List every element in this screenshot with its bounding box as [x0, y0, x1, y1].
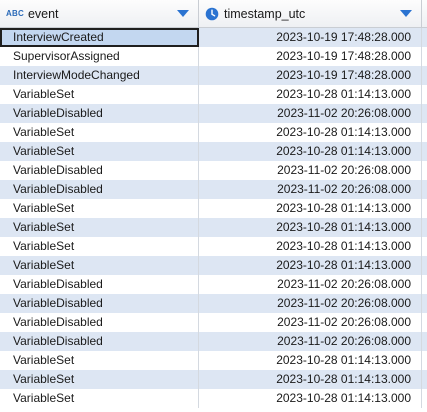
table-row[interactable]: VariableSet 2023-10-28 01:14:13.000	[0, 256, 427, 275]
cell-event[interactable]: VariableSet	[0, 85, 199, 104]
cell-timestamp-utc[interactable]: 2023-10-19 17:48:28.000	[199, 66, 422, 85]
table-row[interactable]: InterviewModeChanged 2023-10-19 17:48:28.…	[0, 66, 427, 85]
cell-event[interactable]: VariableSet	[0, 199, 199, 218]
column-header-label: event	[27, 6, 59, 21]
cell-timestamp-utc[interactable]: 2023-10-28 01:14:13.000	[199, 85, 422, 104]
cell-event[interactable]: VariableSet	[0, 218, 199, 237]
cell-timestamp-utc[interactable]: 2023-10-28 01:14:13.000	[199, 237, 422, 256]
table-row[interactable]: VariableSet 2023-10-28 01:14:13.000	[0, 199, 427, 218]
column-header-event[interactable]: ABC event	[0, 0, 199, 27]
cell-timestamp-utc[interactable]: 2023-11-02 20:26:08.000	[199, 180, 422, 199]
cell-event[interactable]: VariableDisabled	[0, 294, 199, 313]
cell-event[interactable]: VariableSet	[0, 370, 199, 389]
table-row[interactable]: VariableSet 2023-10-28 01:14:13.000	[0, 142, 427, 161]
cell-event[interactable]: VariableSet	[0, 142, 199, 161]
cell-event[interactable]: VariableDisabled	[0, 313, 199, 332]
cell-event[interactable]: VariableSet	[0, 123, 199, 142]
table-row[interactable]: VariableSet 2023-10-28 01:14:13.000	[0, 237, 427, 256]
cell-event[interactable]: VariableSet	[0, 389, 199, 408]
table-row[interactable]: VariableDisabled 2023-11-02 20:26:08.000	[0, 313, 427, 332]
cell-event[interactable]: SupervisorAssigned	[0, 47, 199, 66]
table-row[interactable]: VariableDisabled 2023-11-02 20:26:08.000	[0, 104, 427, 123]
cell-event[interactable]: InterviewCreated	[0, 28, 199, 47]
grid-body: InterviewCreated 2023-10-19 17:48:28.000 S…	[0, 28, 427, 408]
table-row[interactable]: VariableDisabled 2023-11-02 20:26:08.000	[0, 332, 427, 351]
cell-timestamp-utc[interactable]: 2023-11-02 20:26:08.000	[199, 332, 422, 351]
table-row[interactable]: VariableSet 2023-10-28 01:14:13.000	[0, 123, 427, 142]
table-row[interactable]: VariableDisabled 2023-11-02 20:26:08.000	[0, 180, 427, 199]
cell-event[interactable]: VariableDisabled	[0, 161, 199, 180]
cell-timestamp-utc[interactable]: 2023-11-02 20:26:08.000	[199, 104, 422, 123]
cell-event[interactable]: VariableDisabled	[0, 275, 199, 294]
chevron-down-icon[interactable]	[400, 10, 412, 17]
cell-event[interactable]: VariableSet	[0, 256, 199, 275]
cell-timestamp-utc[interactable]: 2023-10-28 01:14:13.000	[199, 199, 422, 218]
cell-timestamp-utc[interactable]: 2023-10-28 01:14:13.000	[199, 370, 422, 389]
cell-timestamp-utc[interactable]: 2023-11-02 20:26:08.000	[199, 275, 422, 294]
text-type-icon: ABC	[6, 8, 24, 18]
table-row[interactable]: VariableDisabled 2023-11-02 20:26:08.000	[0, 294, 427, 313]
table-row[interactable]: VariableSet 2023-10-28 01:14:13.000	[0, 389, 427, 408]
cell-event[interactable]: InterviewModeChanged	[0, 66, 199, 85]
cell-timestamp-utc[interactable]: 2023-10-28 01:14:13.000	[199, 351, 422, 370]
table-row[interactable]: VariableSet 2023-10-28 01:14:13.000	[0, 351, 427, 370]
cell-timestamp-utc[interactable]: 2023-11-02 20:26:08.000	[199, 313, 422, 332]
cell-timestamp-utc[interactable]: 2023-10-19 17:48:28.000	[199, 28, 422, 47]
cell-timestamp-utc[interactable]: 2023-10-28 01:14:13.000	[199, 142, 422, 161]
cell-timestamp-utc[interactable]: 2023-11-02 20:26:08.000	[199, 294, 422, 313]
column-header-timestamp-utc[interactable]: timestamp_utc	[199, 0, 422, 27]
cell-event[interactable]: VariableDisabled	[0, 104, 199, 123]
cell-timestamp-utc[interactable]: 2023-10-19 17:48:28.000	[199, 47, 422, 66]
table-row[interactable]: VariableSet 2023-10-28 01:14:13.000	[0, 85, 427, 104]
cell-timestamp-utc[interactable]: 2023-10-28 01:14:13.000	[199, 256, 422, 275]
table-row[interactable]: InterviewCreated 2023-10-19 17:48:28.000	[0, 28, 427, 47]
table-row[interactable]: VariableSet 2023-10-28 01:14:13.000	[0, 370, 427, 389]
table-row[interactable]: SupervisorAssigned 2023-10-19 17:48:28.00…	[0, 47, 427, 66]
cell-event[interactable]: VariableSet	[0, 351, 199, 370]
cell-timestamp-utc[interactable]: 2023-10-28 01:14:13.000	[199, 389, 422, 408]
clock-icon	[205, 7, 219, 20]
table-row[interactable]: VariableSet 2023-10-28 01:14:13.000	[0, 218, 427, 237]
cell-timestamp-utc[interactable]: 2023-10-28 01:14:13.000	[199, 218, 422, 237]
chevron-down-icon[interactable]	[177, 10, 189, 17]
grid-header: ABC event timestamp_utc	[0, 0, 427, 28]
cell-event[interactable]: VariableSet	[0, 237, 199, 256]
cell-timestamp-utc[interactable]: 2023-11-02 20:26:08.000	[199, 161, 422, 180]
cell-event[interactable]: VariableDisabled	[0, 332, 199, 351]
cell-timestamp-utc[interactable]: 2023-10-28 01:14:13.000	[199, 123, 422, 142]
cell-event[interactable]: VariableDisabled	[0, 180, 199, 199]
table-row[interactable]: VariableDisabled 2023-11-02 20:26:08.000	[0, 275, 427, 294]
table-row[interactable]: VariableDisabled 2023-11-02 20:26:08.000	[0, 161, 427, 180]
column-header-label: timestamp_utc	[224, 6, 306, 21]
result-grid: ABC event timestamp_utc InterviewCreated…	[0, 0, 427, 412]
